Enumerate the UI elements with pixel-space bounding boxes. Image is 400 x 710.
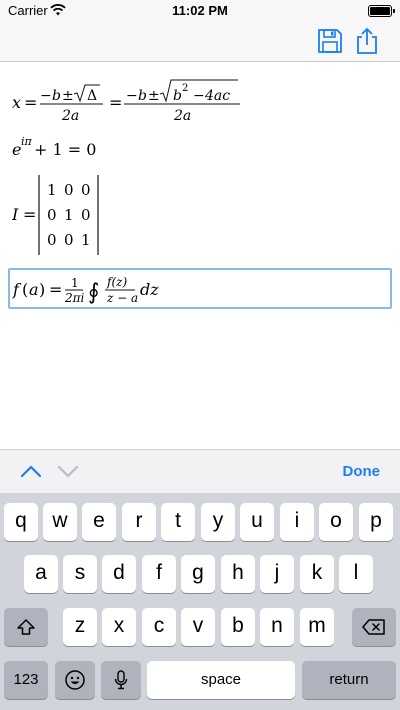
svg-text:2a: 2a [173, 108, 191, 124]
key-k[interactable]: k [300, 555, 334, 593]
svg-text:f(z): f(z) [106, 275, 127, 289]
equation-quadratic[interactable]: x = − b ± Δ 2a = − b ± b 2 − 4ac 2a [12, 77, 252, 137]
svg-text:f: f [12, 280, 22, 299]
key-y[interactable]: y [201, 503, 235, 541]
svg-text:0: 0 [81, 181, 91, 199]
svg-text:b: b [173, 88, 182, 104]
denominator: 2a [61, 108, 79, 124]
svg-text:0: 0 [81, 206, 91, 224]
svg-text:−: − [126, 88, 138, 104]
svg-text:0: 0 [47, 231, 57, 249]
key-t[interactable]: t [161, 503, 195, 541]
svg-text:−: − [40, 88, 52, 104]
space-key[interactable]: space [147, 661, 295, 699]
key-w[interactable]: w [43, 503, 77, 541]
key-q[interactable]: q [4, 503, 38, 541]
key-g[interactable]: g [181, 555, 215, 593]
svg-text:2πi: 2πi [64, 291, 85, 305]
svg-text:z − a: z − a [106, 291, 138, 305]
variable-x: x [12, 93, 21, 112]
key-d[interactable]: d [102, 555, 136, 593]
key-l[interactable]: l [339, 555, 373, 593]
svg-text:∮: ∮ [88, 280, 99, 305]
math-editor[interactable]: x = − b ± Δ 2a = − b ± b 2 − 4ac 2a e iπ… [0, 63, 400, 449]
svg-text:iπ: iπ [21, 135, 33, 148]
svg-text:=: = [109, 93, 122, 112]
variable-b: b [52, 88, 61, 104]
keyboard-accessory-bar: Done [0, 449, 400, 493]
svg-text:=: = [49, 280, 62, 299]
svg-text:0: 0 [64, 181, 74, 199]
svg-text:=: = [23, 205, 36, 224]
svg-text:2: 2 [182, 83, 188, 94]
svg-text:1: 1 [64, 206, 74, 224]
svg-text:b: b [138, 88, 147, 104]
key-f[interactable]: f [142, 555, 176, 593]
key-e[interactable]: e [82, 503, 116, 541]
key-r[interactable]: r [122, 503, 156, 541]
svg-text:I: I [12, 205, 19, 224]
navigation-bar [0, 22, 400, 62]
svg-text:0: 0 [64, 231, 74, 249]
equation-euler[interactable]: e iπ + 1 = 0 [12, 133, 132, 163]
share-icon[interactable] [353, 27, 381, 55]
key-v[interactable]: v [181, 608, 215, 646]
key-h[interactable]: h [221, 555, 255, 593]
svg-text:+ 1 = 0: + 1 = 0 [34, 140, 96, 159]
svg-text:±: ± [62, 88, 74, 104]
clock: 11:02 PM [172, 3, 228, 18]
chevron-up-icon[interactable] [19, 461, 43, 481]
svg-text:1: 1 [81, 231, 91, 249]
key-o[interactable]: o [319, 503, 353, 541]
svg-text:dz: dz [140, 280, 159, 299]
equation-cauchy: f ( a ) = 1 2πi ∮ f(z) z − a dz [12, 275, 159, 305]
key-n[interactable]: n [260, 608, 294, 646]
software-keyboard: q w e r t y u i o p a s d f g h j k l z … [0, 493, 400, 710]
svg-text:−: − [193, 88, 205, 104]
equation-identity-matrix[interactable]: I = 100 010 001 [12, 173, 122, 259]
key-x[interactable]: x [102, 608, 136, 646]
svg-text:): ) [39, 280, 45, 299]
status-bar: Carrier 11:02 PM [0, 0, 400, 22]
shift-icon [17, 619, 35, 635]
dictation-key[interactable] [101, 661, 141, 699]
numbers-key[interactable]: 123 [4, 661, 48, 699]
svg-text:(: ( [22, 280, 28, 299]
key-p[interactable]: p [359, 503, 393, 541]
key-u[interactable]: u [240, 503, 274, 541]
svg-text:4ac: 4ac [204, 88, 230, 104]
emoji-icon [65, 670, 85, 690]
key-z[interactable]: z [63, 608, 97, 646]
svg-text:a: a [29, 280, 39, 299]
shift-key[interactable] [4, 608, 48, 646]
svg-text:1: 1 [47, 181, 57, 199]
equation-cauchy-field[interactable]: f ( a ) = 1 2πi ∮ f(z) z − a dz [8, 268, 392, 309]
key-i[interactable]: i [280, 503, 314, 541]
delete-key[interactable] [352, 608, 396, 646]
battery-icon [368, 5, 395, 17]
key-c[interactable]: c [142, 608, 176, 646]
microphone-icon [114, 670, 128, 690]
key-m[interactable]: m [300, 608, 334, 646]
key-j[interactable]: j [260, 555, 294, 593]
svg-text:±: ± [148, 88, 160, 104]
return-key[interactable]: return [302, 661, 396, 699]
key-s[interactable]: s [63, 555, 97, 593]
key-a[interactable]: a [24, 555, 58, 593]
key-b[interactable]: b [221, 608, 255, 646]
chevron-down-icon[interactable] [56, 461, 80, 481]
floppy-disk-icon[interactable] [316, 27, 344, 55]
backspace-icon [362, 619, 385, 635]
svg-text:1: 1 [71, 276, 79, 290]
radicand-delta: Δ [87, 88, 97, 104]
svg-text:=: = [24, 93, 37, 112]
done-button[interactable]: Done [343, 463, 381, 480]
svg-text:0: 0 [47, 206, 57, 224]
emoji-key[interactable] [55, 661, 95, 699]
